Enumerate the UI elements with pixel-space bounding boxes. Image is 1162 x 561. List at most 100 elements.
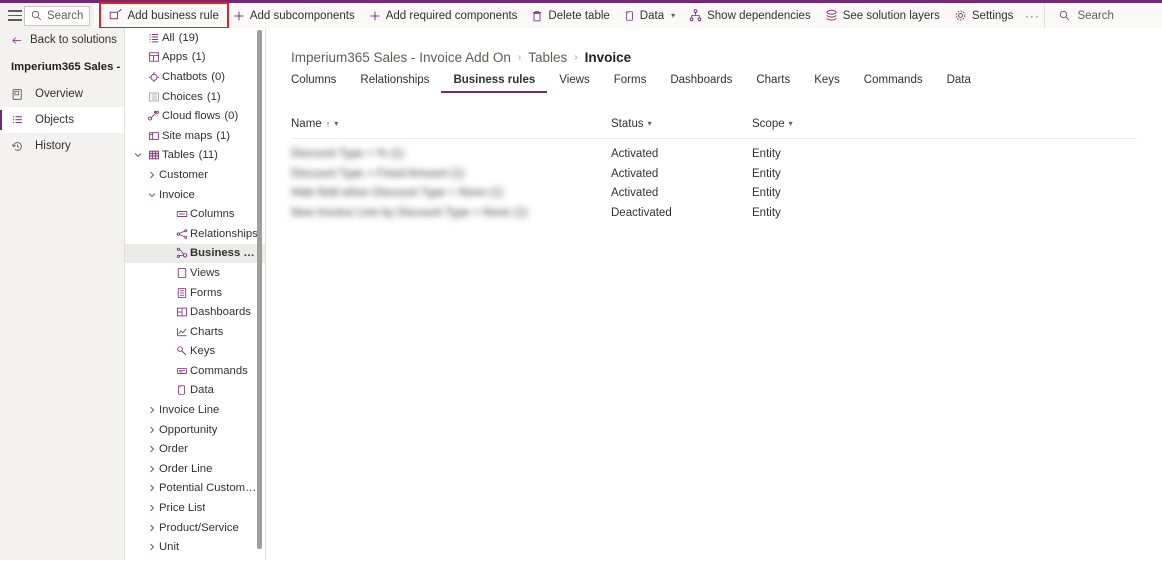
tree-item-choices[interactable]: Choices (1)	[125, 87, 265, 107]
tree-item-dashboards[interactable]: Dashboards	[125, 302, 265, 322]
tree-item-forms[interactable]: Forms	[125, 283, 265, 303]
table-row[interactable]: Discount Type = Fixed Amount (1) Activate…	[291, 164, 1137, 184]
chevron-right-icon[interactable]	[145, 543, 159, 551]
tab-dashboards[interactable]: Dashboards	[658, 74, 744, 93]
tree-scrollbar[interactable]	[257, 30, 262, 549]
nav-item-objects[interactable]: Objects	[0, 107, 124, 133]
table-row[interactable]: Hide field when Discount Type = None (1)…	[291, 184, 1137, 204]
tree-item-invoice[interactable]: Invoice	[125, 185, 265, 205]
tab-views[interactable]: Views	[547, 74, 601, 93]
nav-item-history[interactable]: History	[0, 133, 124, 159]
chevron-down-icon[interactable]	[145, 191, 159, 199]
tree-item-tables[interactable]: Tables (11)	[125, 146, 265, 166]
tab-forms[interactable]: Forms	[602, 74, 659, 93]
chevron-right-icon[interactable]	[145, 426, 159, 434]
tab-business-rules[interactable]: Business rules	[441, 74, 548, 93]
tree-item-commands[interactable]: Commands	[125, 361, 265, 381]
back-to-solutions-link[interactable]: Back to solutions	[0, 28, 124, 52]
arrow-left-icon	[11, 35, 23, 46]
cell-name[interactable]: Hide field when Discount Type = None (1)	[291, 187, 611, 199]
grid-header-name[interactable]: Name ↑ ▾	[291, 118, 611, 130]
chevron-right-icon[interactable]	[145, 445, 159, 453]
tree-item-label: Business rules	[190, 247, 258, 260]
tree-item-order[interactable]: Order	[125, 439, 265, 459]
tree-item-price-list[interactable]: Price List	[125, 498, 265, 518]
tree-item-data[interactable]: Data	[125, 381, 265, 401]
tree-item-charts[interactable]: Charts	[125, 322, 265, 342]
tree-item-customer[interactable]: Customer	[125, 165, 265, 185]
tree-item-all[interactable]: All (19)	[125, 28, 265, 48]
tree-item-product-service[interactable]: Product/Service	[125, 518, 265, 538]
data-menu-button[interactable]: Data ▾	[617, 5, 682, 26]
cell-name[interactable]: New Invoice Line by Discount Type = None…	[291, 207, 611, 219]
show-dependencies-button[interactable]: Show dependencies	[682, 5, 818, 26]
tree-item-order-line[interactable]: Order Line	[125, 459, 265, 479]
see-solution-layers-button[interactable]: See solution layers	[818, 5, 947, 26]
tree-item-opportunity[interactable]: Opportunity	[125, 420, 265, 440]
tree-item-views[interactable]: Views	[125, 263, 265, 283]
chevron-right-icon[interactable]	[145, 406, 159, 414]
tree-item-apps[interactable]: Apps (1)	[125, 48, 265, 68]
chevron-right-icon[interactable]	[145, 465, 159, 473]
tab-keys[interactable]: Keys	[802, 74, 852, 93]
back-to-solutions-label: Back to solutions	[30, 34, 117, 46]
scope-value: Entity	[752, 148, 781, 161]
breadcrumb-item-tables[interactable]: Tables	[528, 50, 567, 65]
grid-header-divider	[291, 137, 1137, 139]
tree-item-unit[interactable]: Unit	[125, 537, 265, 557]
hamburger-menu-icon[interactable]	[8, 10, 22, 21]
forms-icon	[173, 287, 190, 299]
grid-header-scope[interactable]: Scope ▾	[752, 118, 872, 130]
tree-item-label: Chatbots	[162, 70, 208, 83]
tree-search-box[interactable]: Search	[24, 5, 91, 26]
apps-icon	[145, 51, 162, 63]
grid-header-status[interactable]: Status ▾	[611, 118, 752, 130]
settings-label: Settings	[971, 9, 1014, 22]
tab-columns[interactable]: Columns	[291, 74, 348, 93]
tree-item-cloud-flows[interactable]: Cloud flows (0)	[125, 106, 265, 126]
nav-item-overview[interactable]: Overview	[0, 81, 124, 107]
chevron-right-icon[interactable]	[145, 484, 159, 492]
overflow-menu-button[interactable]: ···	[1020, 5, 1044, 26]
tree-item-relationships[interactable]: Relationships	[125, 224, 265, 244]
tree-item-label: Commands	[190, 364, 248, 377]
tree-item-potential-customer-pro[interactable]: Potential Customer Pro...	[125, 479, 265, 499]
chevron-right-icon[interactable]	[145, 171, 159, 179]
tab-relationships[interactable]: Relationships	[348, 74, 441, 93]
tree-item-business-rules[interactable]: Business rules	[125, 243, 265, 264]
table-row[interactable]: New Invoice Line by Discount Type = None…	[291, 203, 1137, 223]
left-nav-rail: Back to solutions Imperium365 Sales - In…	[0, 28, 125, 560]
chevron-down-icon[interactable]: ▾	[789, 119, 793, 128]
add-required-components-button[interactable]: Add required components	[362, 5, 525, 26]
cell-name[interactable]: Discount Type = % (1)	[291, 148, 611, 160]
add-business-rule-label: Add business rule	[127, 9, 219, 22]
chevron-right-icon[interactable]	[145, 524, 159, 532]
tree-item-label: Order	[159, 443, 188, 456]
grid-header-status-label: Status	[611, 117, 644, 130]
chevron-right-icon[interactable]	[145, 504, 159, 512]
delete-table-button[interactable]: Delete table	[524, 5, 616, 26]
settings-button[interactable]: Settings	[947, 5, 1021, 26]
tab-commands[interactable]: Commands	[852, 74, 935, 93]
tree-item-columns[interactable]: Columns	[125, 204, 265, 224]
tree-item-chatbots[interactable]: Chatbots (0)	[125, 67, 265, 87]
tree-item-keys[interactable]: Keys	[125, 342, 265, 362]
tree-item-count: (1)	[206, 90, 221, 103]
chevron-down-icon[interactable]: ▾	[334, 119, 338, 128]
add-business-rule-button[interactable]: Add business rule	[99, 2, 229, 29]
tab-data[interactable]: Data	[935, 74, 983, 93]
tree-item-invoice-line[interactable]: Invoice Line	[125, 400, 265, 420]
status-badge: Activated	[611, 148, 659, 161]
cell-name[interactable]: Discount Type = Fixed Amount (1)	[291, 168, 611, 180]
grid-header-scope-label: Scope	[752, 117, 785, 130]
tree-item-site-maps[interactable]: Site maps (1)	[125, 126, 265, 146]
tab-charts[interactable]: Charts	[744, 74, 802, 93]
breadcrumb-item-imperium365-sales-invoice-add-on[interactable]: Imperium365 Sales - Invoice Add On	[291, 50, 511, 65]
chevron-down-icon[interactable]	[131, 151, 145, 159]
cloud-flow-icon	[145, 110, 162, 122]
table-row[interactable]: Discount Type = % (1) Activated Entity	[291, 145, 1137, 165]
global-search-box[interactable]: Search	[1044, 3, 1162, 28]
chevron-down-icon[interactable]: ▾	[648, 119, 652, 128]
add-subcomponents-button[interactable]: Add subcomponents	[226, 5, 362, 26]
delete-table-label: Delete table	[548, 9, 610, 22]
